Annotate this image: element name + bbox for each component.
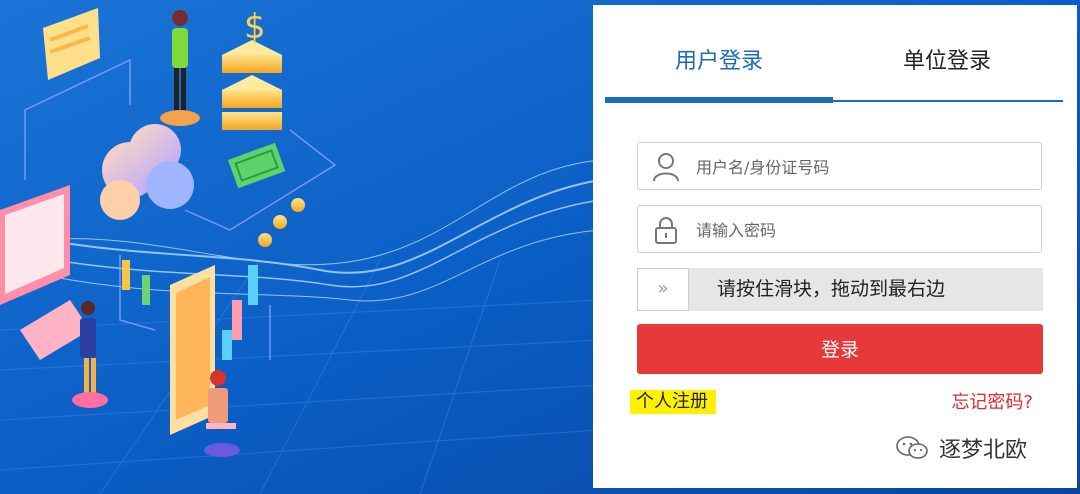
watermark: 逐梦北欧: [895, 433, 1027, 463]
login-panel: 用户登录 单位登录 » 请按住滑块，拖动到最右边 登录 个人注册 忘记密码?: [593, 5, 1077, 488]
wechat-icon: [896, 436, 928, 459]
username-input[interactable]: [694, 151, 1028, 183]
tab-unit-login[interactable]: 单位登录: [833, 31, 1061, 101]
password-field[interactable]: [637, 205, 1042, 253]
login-button[interactable]: 登录: [637, 324, 1043, 374]
slider-instruction: 请按住滑块，拖动到最右边: [717, 278, 946, 300]
watermark-label: 逐梦北欧: [939, 438, 1028, 463]
password-input[interactable]: [694, 214, 1028, 246]
double-chevron-right-icon: »: [657, 278, 669, 299]
username-field[interactable]: [637, 142, 1042, 190]
login-tabs: 用户登录 单位登录: [605, 31, 1063, 106]
svg-text:$: $: [244, 7, 266, 47]
slider-captcha[interactable]: » 请按住滑块，拖动到最右边: [637, 268, 1043, 311]
tab-active-indicator: [605, 97, 833, 103]
register-link[interactable]: 个人注册: [630, 390, 716, 414]
tab-user-login[interactable]: 用户登录: [605, 31, 833, 101]
user-icon: [653, 153, 679, 182]
slider-handle[interactable]: »: [637, 268, 689, 311]
lock-icon: [655, 217, 677, 244]
forgot-password-link[interactable]: 忘记密码?: [951, 391, 1033, 415]
